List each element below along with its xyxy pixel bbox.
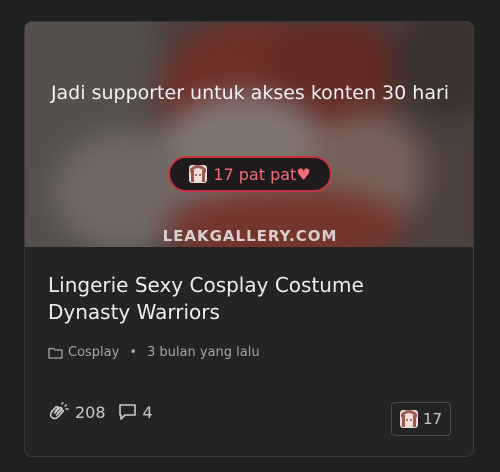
like-count: 208 <box>75 402 106 422</box>
comment-count: 4 <box>142 402 153 422</box>
watermark: LEAKGALLERY.COM <box>162 227 338 245</box>
post-meta: Cosplay • 3 bulan yang lalu <box>48 345 260 360</box>
locked-media[interactable]: Jadi supporter untuk akses konten 30 har… <box>25 22 473 247</box>
comment-icon <box>118 404 136 420</box>
pat-pat-label: 17 pat pat♥ <box>213 164 311 184</box>
meta-separator: • <box>129 345 137 360</box>
hand-clap-icon <box>49 402 69 420</box>
post-timestamp: 3 bulan yang lalu <box>147 345 260 360</box>
pat-pat-button[interactable]: 17 pat pat♥ <box>168 156 332 192</box>
supporter-count: 17 <box>422 410 443 428</box>
comment-button[interactable]: 4 <box>118 403 153 422</box>
category-label: Cosplay <box>68 345 120 360</box>
post-title[interactable]: Lingerie Sexy Cosplay Costume Dynasty Wa… <box>48 272 448 326</box>
supporter-count-button[interactable]: 17 <box>391 402 451 436</box>
avatar-icon <box>189 165 208 183</box>
supporter-lock-message: Jadi supporter untuk akses konten 30 har… <box>50 82 450 104</box>
post-stats: 208 4 <box>47 402 165 422</box>
avatar-icon <box>399 410 418 428</box>
media-overlay <box>25 22 473 247</box>
folder-icon <box>48 347 63 359</box>
category-link[interactable]: Cosplay <box>48 345 119 360</box>
post-card[interactable]: Jadi supporter untuk akses konten 30 har… <box>24 21 474 457</box>
like-button[interactable]: 208 <box>47 402 106 422</box>
